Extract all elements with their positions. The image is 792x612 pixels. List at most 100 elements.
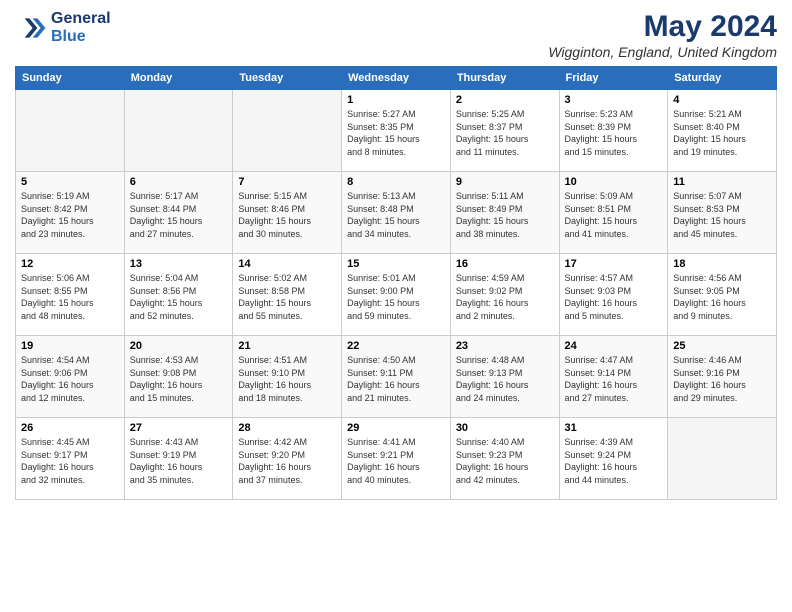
day-number: 26 (21, 422, 119, 434)
day-cell: 24 Sunrise: 4:47 AM Sunset: 9:14 PM Dayli… (559, 336, 668, 418)
day-cell (233, 90, 342, 172)
day-cell: 25Sunrise: 4:46 AM Sunset: 9:16 PM Dayli… (668, 336, 777, 418)
day-info: Sunrise: 5:01 AM Sunset: 9:00 PM Dayligh… (347, 272, 445, 322)
day-cell: 2 Sunrise: 5:25 AM Sunset: 8:37 PM Daylig… (450, 90, 559, 172)
day-info: Sunrise: 4:45 AM Sunset: 9:17 PM Dayligh… (21, 436, 119, 486)
day-info: Sunrise: 5:07 AM Sunset: 8:53 PM Dayligh… (673, 190, 771, 240)
day-number: 4 (673, 94, 771, 106)
day-number: 14 (238, 258, 336, 270)
day-info: Sunrise: 4:51 AM Sunset: 9:10 PM Dayligh… (238, 354, 336, 404)
day-cell: 31 Sunrise: 4:39 AM Sunset: 9:24 PM Dayli… (559, 418, 668, 500)
day-info: Sunrise: 4:57 AM Sunset: 9:03 PM Dayligh… (565, 272, 663, 322)
day-info: Sunrise: 4:50 AM Sunset: 9:11 PM Dayligh… (347, 354, 445, 404)
day-number: 10 (565, 176, 663, 188)
logo: General Blue (15, 10, 111, 46)
day-cell: 28 Sunrise: 4:42 AM Sunset: 9:20 PM Dayli… (233, 418, 342, 500)
col-header-monday: Monday (124, 67, 233, 90)
day-number: 1 (347, 94, 445, 106)
day-number: 8 (347, 176, 445, 188)
day-cell: 22 Sunrise: 4:50 AM Sunset: 9:11 PM Dayli… (342, 336, 451, 418)
day-info: Sunrise: 5:17 AM Sunset: 8:44 PM Dayligh… (130, 190, 228, 240)
col-header-thursday: Thursday (450, 67, 559, 90)
day-number: 3 (565, 94, 663, 106)
day-cell: 17 Sunrise: 4:57 AM Sunset: 9:03 PM Dayli… (559, 254, 668, 336)
day-number: 12 (21, 258, 119, 270)
day-info: Sunrise: 5:06 AM Sunset: 8:55 PM Dayligh… (21, 272, 119, 322)
day-number: 21 (238, 340, 336, 352)
calendar-table: SundayMondayTuesdayWednesdayThursdayFrid… (15, 66, 777, 500)
day-info: Sunrise: 4:53 AM Sunset: 9:08 PM Dayligh… (130, 354, 228, 404)
day-info: Sunrise: 5:09 AM Sunset: 8:51 PM Dayligh… (565, 190, 663, 240)
day-cell (124, 90, 233, 172)
day-info: Sunrise: 5:21 AM Sunset: 8:40 PM Dayligh… (673, 108, 771, 158)
day-number: 13 (130, 258, 228, 270)
day-cell: 15 Sunrise: 5:01 AM Sunset: 9:00 PM Dayli… (342, 254, 451, 336)
day-cell: 18Sunrise: 4:56 AM Sunset: 9:05 PM Dayli… (668, 254, 777, 336)
day-cell: 14 Sunrise: 5:02 AM Sunset: 8:58 PM Dayli… (233, 254, 342, 336)
day-cell: 12 Sunrise: 5:06 AM Sunset: 8:55 PM Dayli… (16, 254, 125, 336)
day-cell (16, 90, 125, 172)
day-info: Sunrise: 5:23 AM Sunset: 8:39 PM Dayligh… (565, 108, 663, 158)
day-info: Sunrise: 4:39 AM Sunset: 9:24 PM Dayligh… (565, 436, 663, 486)
day-number: 23 (456, 340, 554, 352)
day-cell: 1Sunrise: 5:27 AM Sunset: 8:35 PM Daylig… (342, 90, 451, 172)
header: General Blue May 2024 Wigginton, England… (15, 10, 777, 60)
day-cell: 9Sunrise: 5:11 AM Sunset: 8:49 PM Daylig… (450, 172, 559, 254)
day-cell: 8Sunrise: 5:13 AM Sunset: 8:48 PM Daylig… (342, 172, 451, 254)
day-number: 2 (456, 94, 554, 106)
day-cell: 23Sunrise: 4:48 AM Sunset: 9:13 PM Dayli… (450, 336, 559, 418)
day-info: Sunrise: 4:59 AM Sunset: 9:02 PM Dayligh… (456, 272, 554, 322)
day-number: 6 (130, 176, 228, 188)
day-number: 27 (130, 422, 228, 434)
day-cell: 16Sunrise: 4:59 AM Sunset: 9:02 PM Dayli… (450, 254, 559, 336)
day-cell: 27 Sunrise: 4:43 AM Sunset: 9:19 PM Dayli… (124, 418, 233, 500)
day-number: 11 (673, 176, 771, 188)
subtitle: Wigginton, England, United Kingdom (548, 44, 777, 60)
day-cell (668, 418, 777, 500)
day-number: 29 (347, 422, 445, 434)
day-number: 7 (238, 176, 336, 188)
day-cell: 4 Sunrise: 5:21 AM Sunset: 8:40 PM Daylig… (668, 90, 777, 172)
day-number: 30 (456, 422, 554, 434)
week-row-2: 12 Sunrise: 5:06 AM Sunset: 8:55 PM Dayli… (16, 254, 777, 336)
day-number: 18 (673, 258, 771, 270)
day-info: Sunrise: 4:47 AM Sunset: 9:14 PM Dayligh… (565, 354, 663, 404)
main-title: May 2024 (548, 10, 777, 44)
day-number: 17 (565, 258, 663, 270)
day-info: Sunrise: 4:46 AM Sunset: 9:16 PM Dayligh… (673, 354, 771, 404)
day-cell: 29 Sunrise: 4:41 AM Sunset: 9:21 PM Dayli… (342, 418, 451, 500)
day-info: Sunrise: 4:42 AM Sunset: 9:20 PM Dayligh… (238, 436, 336, 486)
day-info: Sunrise: 5:19 AM Sunset: 8:42 PM Dayligh… (21, 190, 119, 240)
day-cell: 10 Sunrise: 5:09 AM Sunset: 8:51 PM Dayli… (559, 172, 668, 254)
day-number: 5 (21, 176, 119, 188)
page: General Blue May 2024 Wigginton, England… (0, 0, 792, 612)
day-number: 22 (347, 340, 445, 352)
week-row-4: 26 Sunrise: 4:45 AM Sunset: 9:17 PM Dayli… (16, 418, 777, 500)
week-row-1: 5 Sunrise: 5:19 AM Sunset: 8:42 PM Daylig… (16, 172, 777, 254)
day-info: Sunrise: 5:25 AM Sunset: 8:37 PM Dayligh… (456, 108, 554, 158)
week-row-0: 1Sunrise: 5:27 AM Sunset: 8:35 PM Daylig… (16, 90, 777, 172)
day-cell: 6 Sunrise: 5:17 AM Sunset: 8:44 PM Daylig… (124, 172, 233, 254)
day-number: 19 (21, 340, 119, 352)
day-number: 28 (238, 422, 336, 434)
day-info: Sunrise: 4:43 AM Sunset: 9:19 PM Dayligh… (130, 436, 228, 486)
week-row-3: 19Sunrise: 4:54 AM Sunset: 9:06 PM Dayli… (16, 336, 777, 418)
day-number: 24 (565, 340, 663, 352)
day-info: Sunrise: 5:11 AM Sunset: 8:49 PM Dayligh… (456, 190, 554, 240)
day-number: 15 (347, 258, 445, 270)
col-header-wednesday: Wednesday (342, 67, 451, 90)
day-info: Sunrise: 5:02 AM Sunset: 8:58 PM Dayligh… (238, 272, 336, 322)
day-number: 31 (565, 422, 663, 434)
day-cell: 26 Sunrise: 4:45 AM Sunset: 9:17 PM Dayli… (16, 418, 125, 500)
day-info: Sunrise: 4:41 AM Sunset: 9:21 PM Dayligh… (347, 436, 445, 486)
day-info: Sunrise: 5:04 AM Sunset: 8:56 PM Dayligh… (130, 272, 228, 322)
day-cell: 19Sunrise: 4:54 AM Sunset: 9:06 PM Dayli… (16, 336, 125, 418)
col-header-tuesday: Tuesday (233, 67, 342, 90)
day-cell: 3 Sunrise: 5:23 AM Sunset: 8:39 PM Daylig… (559, 90, 668, 172)
day-cell: 13 Sunrise: 5:04 AM Sunset: 8:56 PM Dayli… (124, 254, 233, 336)
calendar-header-row: SundayMondayTuesdayWednesdayThursdayFrid… (16, 67, 777, 90)
col-header-sunday: Sunday (16, 67, 125, 90)
col-header-saturday: Saturday (668, 67, 777, 90)
day-cell: 20Sunrise: 4:53 AM Sunset: 9:08 PM Dayli… (124, 336, 233, 418)
day-cell: 5 Sunrise: 5:19 AM Sunset: 8:42 PM Daylig… (16, 172, 125, 254)
